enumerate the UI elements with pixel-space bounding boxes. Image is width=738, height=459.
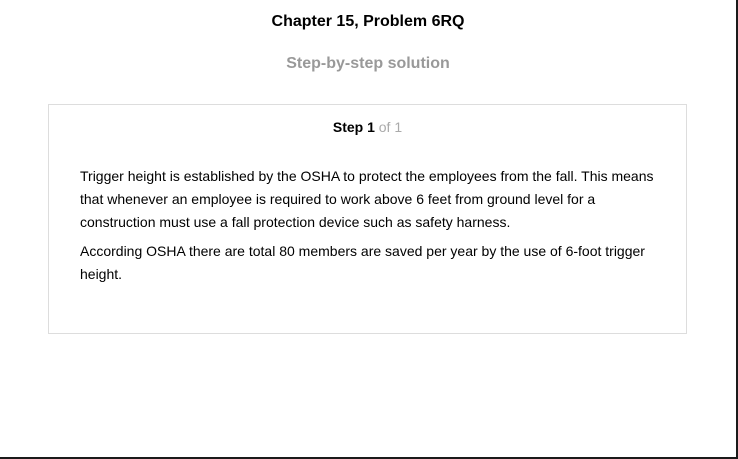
step-body: Trigger height is established by the OSH… xyxy=(80,165,660,292)
step-label: Step 1 xyxy=(332,119,375,135)
step-header: Step 1 of 1 xyxy=(49,119,686,135)
chapter-title: Chapter 15, Problem 6RQ xyxy=(271,13,465,30)
step-total: of 1 xyxy=(378,119,403,135)
step-card: Step 1 of 1 Trigger height is establishe… xyxy=(48,104,687,334)
step-paragraph: According OSHA there are total 80 member… xyxy=(80,243,645,282)
solution-subtitle: Step-by-step solution xyxy=(286,55,450,72)
page-frame: Chapter 15, Problem 6RQ Step-by-step sol… xyxy=(0,0,738,459)
step-paragraph: Trigger height is established by the OSH… xyxy=(80,168,654,230)
